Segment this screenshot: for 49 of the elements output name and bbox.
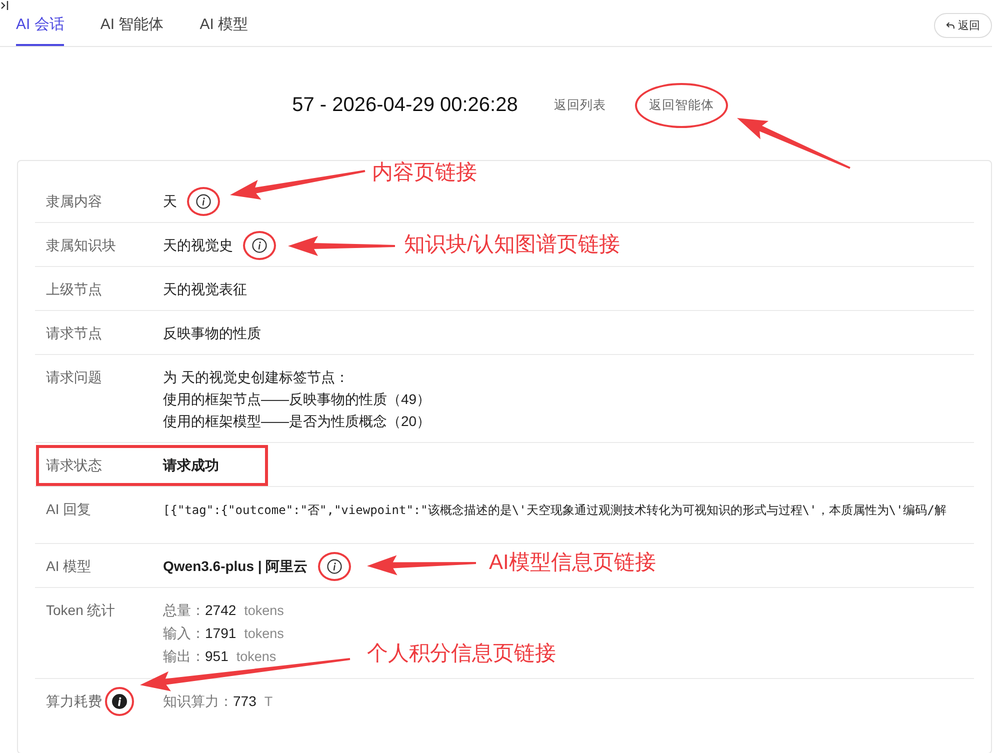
- info-icon[interactable]: [326, 558, 342, 574]
- stat-label: 输出：: [163, 647, 205, 666]
- field-value: Qwen3.6-plus | 阿里云: [163, 557, 308, 576]
- field-label: 请求状态: [46, 456, 102, 475]
- field-label: Token 统计: [46, 601, 116, 620]
- annotation-label: AI模型信息页链接: [489, 550, 656, 576]
- back-button[interactable]: 返回: [934, 12, 992, 38]
- tab[interactable]: AI 模型: [200, 0, 248, 46]
- stat-unit: tokens: [236, 648, 276, 666]
- field-label: 隶属内容: [46, 192, 102, 211]
- stat-unit: tokens: [244, 625, 284, 643]
- field-value: 反映事物的性质: [163, 324, 261, 343]
- field-label: AI 模型: [46, 557, 92, 576]
- stat-label: 总量：: [163, 601, 205, 620]
- stat-value: 773: [233, 692, 256, 711]
- stat-value: 951: [205, 647, 228, 666]
- stat-unit: T: [264, 693, 273, 711]
- field-label: 隶属知识块: [46, 236, 116, 255]
- link[interactable]: 返回智能体: [648, 96, 714, 114]
- field-value: 天的视觉史: [163, 236, 233, 255]
- field-label: AI 回复: [46, 500, 92, 519]
- info-icon[interactable]: [252, 238, 267, 252]
- field-label: 请求问题: [46, 368, 102, 387]
- question-line: 使用的框架模型——是否为性质概念（20）: [163, 412, 432, 431]
- info-icon[interactable]: [112, 694, 127, 708]
- question-line: 为 天的视觉史创建标签节点：: [163, 368, 350, 387]
- stat-unit: tokens: [244, 602, 284, 620]
- stat-value: 2742: [205, 601, 236, 620]
- link[interactable]: 返回列表: [554, 96, 606, 114]
- field-value: 请求成功: [163, 456, 219, 475]
- question-line: 使用的框架节点——反映事物的性质（49）: [163, 390, 432, 409]
- info-icon[interactable]: [196, 194, 211, 208]
- chevron-bar-icon[interactable]: [0, 0, 9, 11]
- field-value: 天: [163, 192, 177, 211]
- stat-label: 输入：: [163, 624, 205, 643]
- session-title: 57 - 2026-04-29 00:26:28: [292, 94, 518, 116]
- field-label: 上级节点: [46, 280, 102, 299]
- field-label: 算力耗费: [46, 692, 102, 711]
- ai-reply-text: [{"tag":{"outcome":"否","viewpoint":"该概念描述的是\'天空现象通过观测技术转化为可视知识的形式与过程\'，本质属性为\'编码/解: [163, 503, 946, 517]
- stat-label: 知识算力：: [163, 692, 233, 711]
- annotation-label: 内容页链接: [372, 160, 477, 186]
- return-arrow-icon: [946, 20, 955, 30]
- tab[interactable]: AI 智能体: [100, 0, 164, 46]
- field-label: 请求节点: [46, 324, 102, 343]
- annotation-label: 个人积分信息页链接: [367, 641, 556, 667]
- field-value: 天的视觉表征: [163, 280, 247, 299]
- stat-value: 1791: [205, 624, 236, 643]
- tab[interactable]: AI 会话: [16, 0, 64, 46]
- annotation-label: 知识块/认知图谱页链接: [404, 232, 620, 258]
